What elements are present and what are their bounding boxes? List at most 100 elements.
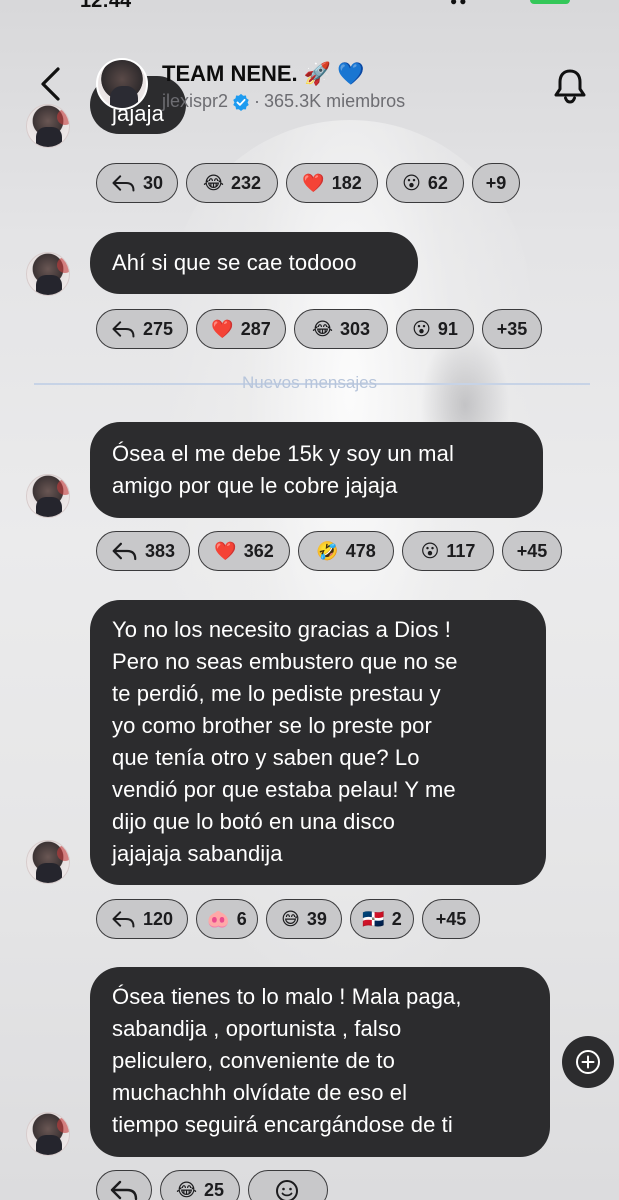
reaction-emoji: 😂 — [175, 1179, 197, 1200]
subtitle-separator: · — [254, 91, 261, 111]
reaction-pill[interactable]: 😂 25 — [160, 1170, 240, 1200]
channel-handle: jlexispr2 — [162, 91, 229, 111]
more-reactions-pill[interactable]: +45 — [422, 899, 480, 939]
message-line: Ahí si que se cae todooo — [112, 250, 357, 275]
reaction-pill[interactable]: 😮 91 — [396, 309, 474, 349]
battery-icon — [530, 0, 570, 4]
message-line: que tenía otro y saben que? Lo — [112, 745, 420, 770]
add-reaction-floating-button[interactable] — [562, 1036, 614, 1088]
add-circle-icon — [576, 1050, 600, 1074]
message-bubble[interactable]: Yo no los necesito gracias a Dios ! Pero… — [90, 600, 546, 885]
reaction-emoji: ❤️ — [302, 172, 325, 194]
message-bubble[interactable]: Ahí si que se cae todooo — [90, 232, 418, 294]
message-line: amigo por que le cobre jajaja — [112, 473, 398, 498]
reaction-count: 362 — [243, 540, 274, 561]
reaction-bar: 30 😂 232 ❤️ 182 😮 62 +9 — [96, 163, 520, 203]
message-line: dijo que lo botó en una disco — [112, 809, 396, 834]
sender-avatar[interactable] — [26, 840, 70, 884]
reaction-count: 117 — [446, 540, 476, 561]
chat-header: TEAM NENE. 🚀 💙 jlexispr2 · 365.3K miembr… — [0, 50, 619, 120]
reaction-bar: 120 🐽 6 😅 39 🇩🇴 2 +45 — [96, 899, 480, 939]
sender-avatar[interactable] — [26, 1112, 70, 1156]
reaction-emoji: 😮 — [402, 172, 421, 194]
reply-count-button[interactable]: 30 — [96, 163, 178, 203]
more-reactions-pill[interactable]: +35 — [482, 309, 542, 349]
reaction-count: 39 — [306, 908, 327, 929]
new-messages-text: Nuevos mensajes — [241, 373, 378, 392]
channel-avatar[interactable] — [96, 58, 148, 110]
reaction-pill[interactable]: ❤️ 287 — [196, 309, 286, 349]
reaction-emoji: 😮 — [420, 540, 440, 562]
member-count: 365.3K miembros — [264, 91, 406, 111]
channel-subtitle[interactable]: jlexispr2 · 365.3K miembros — [162, 91, 405, 112]
reaction-count: 287 — [240, 318, 271, 339]
message-line: yo como brother se lo preste por — [112, 713, 432, 738]
reaction-pill[interactable]: 🐽 6 — [196, 899, 258, 939]
message-line: Pero no seas embustero que no se — [112, 649, 458, 674]
status-bar: 12:44 ●● — [0, 0, 619, 14]
message-line: sabandija , oportunista , falso — [112, 1016, 402, 1041]
reaction-bar: 275 ❤️ 287 😂 303 😮 91 +35 — [96, 309, 542, 349]
reaction-emoji: ❤️ — [214, 540, 237, 562]
reply-icon — [112, 542, 137, 561]
reply-button[interactable] — [96, 1170, 152, 1200]
reaction-count: 303 — [340, 318, 371, 339]
message-line: Yo no los necesito gracias a Dios ! — [112, 617, 451, 642]
more-reactions-count: +45 — [516, 540, 548, 561]
back-button[interactable] — [36, 66, 66, 102]
message-line: vendió por que estaba pelau! Y me — [112, 777, 456, 802]
reaction-count: 478 — [345, 540, 376, 561]
reaction-emoji: 😂 — [311, 318, 333, 340]
reaction-pill[interactable]: 🤣 478 — [298, 531, 394, 571]
verified-badge-icon — [233, 93, 249, 111]
message-bubble[interactable]: Ósea tienes to lo malo ! Mala paga, saba… — [90, 967, 550, 1157]
reply-count: 120 — [142, 908, 173, 929]
message-line: peliculero, conveniente de to — [112, 1048, 395, 1073]
reaction-count: 62 — [427, 172, 448, 193]
reply-count-button[interactable]: 275 — [96, 309, 188, 349]
reaction-pill[interactable]: 🇩🇴 2 — [350, 899, 414, 939]
reply-count-button[interactable]: 120 — [96, 899, 188, 939]
reaction-emoji: 🤣 — [316, 540, 339, 562]
new-messages-label: Nuevos mensajes — [0, 373, 619, 393]
reaction-pill[interactable]: 😂 232 — [186, 163, 278, 203]
reaction-pill[interactable]: 😮 117 — [402, 531, 494, 571]
add-reaction-button[interactable] — [248, 1170, 328, 1200]
signal-icon: ●● — [450, 0, 469, 8]
more-reactions-pill[interactable]: +45 — [502, 531, 562, 571]
message-feed[interactable]: jajaja 30 😂 232 ❤️ 182 😮 62 +9 Ahí si que s… — [0, 0, 619, 1200]
reaction-emoji: 😂 — [202, 172, 224, 194]
more-reactions-count: +9 — [485, 172, 507, 193]
reply-icon — [110, 1180, 138, 1200]
reaction-pill[interactable]: 😂 303 — [294, 309, 388, 349]
status-time: 12:44 — [80, 0, 132, 12]
reaction-bar: 😂 25 — [96, 1170, 328, 1200]
reaction-count: 6 — [236, 908, 247, 929]
reaction-count: 25 — [204, 1179, 225, 1200]
reaction-count: 232 — [231, 172, 262, 193]
reaction-count: 182 — [331, 172, 362, 193]
reaction-emoji: 😮 — [412, 318, 431, 340]
notifications-button[interactable] — [550, 66, 590, 106]
sender-avatar[interactable] — [26, 252, 70, 296]
reaction-emoji: ❤️ — [211, 318, 234, 340]
reply-icon — [112, 911, 135, 928]
reply-count: 30 — [142, 172, 163, 193]
reply-icon — [112, 321, 135, 338]
channel-title[interactable]: TEAM NENE. 🚀 💙 — [162, 61, 365, 87]
reaction-count: 2 — [391, 908, 402, 929]
reply-icon — [112, 175, 135, 192]
message-line: te perdió, me lo pediste prestau y — [112, 681, 441, 706]
reaction-pill[interactable]: 😅 39 — [266, 899, 342, 939]
reply-count: 383 — [144, 540, 175, 561]
reaction-emoji: 🇩🇴 — [362, 908, 385, 930]
message-bubble[interactable]: Ósea el me debe 15k y soy un mal amigo p… — [90, 422, 543, 518]
reaction-pill[interactable]: ❤️ 182 — [286, 163, 378, 203]
reaction-pill[interactable]: 😮 62 — [386, 163, 464, 203]
reply-count-button[interactable]: 383 — [96, 531, 190, 571]
more-reactions-count: +35 — [496, 318, 528, 339]
message-line: Ósea tienes to lo malo ! Mala paga, — [112, 984, 462, 1009]
sender-avatar[interactable] — [26, 474, 70, 518]
more-reactions-pill[interactable]: +9 — [472, 163, 520, 203]
reaction-pill[interactable]: ❤️ 362 — [198, 531, 290, 571]
